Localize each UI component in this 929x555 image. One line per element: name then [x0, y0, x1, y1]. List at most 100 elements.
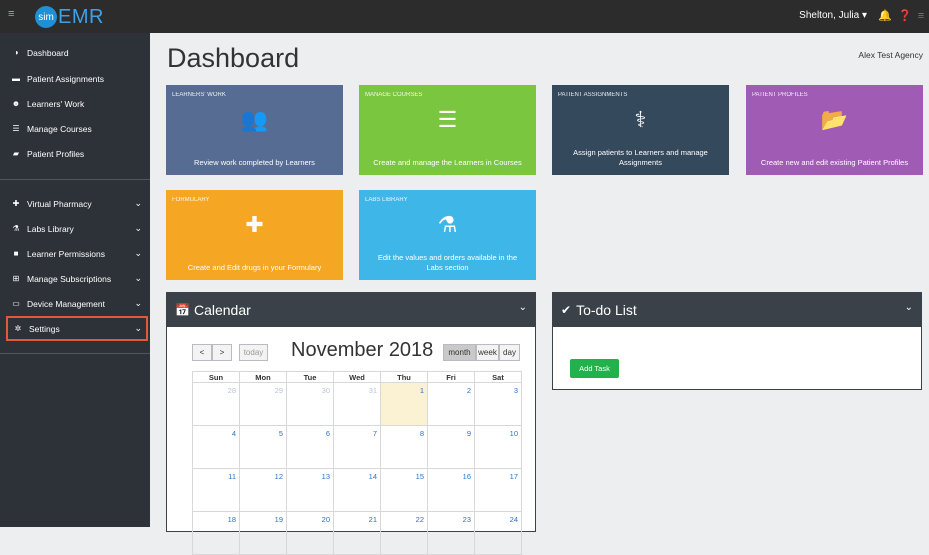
sidebar-item-learners-work[interactable]: ☻ Learners' Work	[0, 91, 150, 116]
tile-description: Create new and edit existing Patient Pro…	[760, 158, 909, 167]
calendar-grid: Sun Mon Tue Wed Thu Fri Sat 28 29 30 31 …	[192, 371, 522, 555]
calendar-day-cell[interactable]: 4	[192, 425, 240, 469]
calendar-day-cell[interactable]: 19	[239, 511, 287, 555]
calendar-day-cell[interactable]: 30	[286, 382, 334, 426]
calendar-day-cell[interactable]: 20	[286, 511, 334, 555]
weekday-header-row: Sun Mon Tue Wed Thu Fri Sat	[192, 371, 522, 383]
user-md-icon: ⚕	[634, 107, 647, 132]
calendar-day-cell[interactable]: 18	[192, 511, 240, 555]
tile-header: MANAGE COURSES	[365, 92, 423, 98]
chevron-down-icon[interactable]: ⌄	[134, 248, 142, 259]
calendar-day-cell[interactable]: 22	[380, 511, 428, 555]
calendar-day-cell[interactable]: 29	[239, 382, 287, 426]
tile-patient-assignments[interactable]: PATIENT ASSIGNMENTS ⚕ Assign patients to…	[552, 85, 729, 175]
today-button[interactable]: today	[239, 344, 268, 361]
sidebar-item-label: Manage Subscriptions	[27, 273, 112, 284]
calendar-day-cell[interactable]: 14	[333, 468, 381, 512]
tile-description: Create and manage the Learners in Course…	[373, 158, 522, 167]
sidebar-item-device-management[interactable]: ▭ Device Management ⌄	[0, 291, 150, 316]
sidebar-item-settings[interactable]: ✲ Settings ⌄	[6, 316, 148, 341]
sidebar-item-patient-profiles[interactable]: ▰ Patient Profiles	[0, 141, 150, 166]
tile-description: Assign patients to Learners and manage A…	[573, 148, 708, 167]
chevron-down-icon[interactable]: ⌄	[905, 302, 913, 313]
weekday-label: Sat	[474, 371, 522, 383]
menu-toggle-icon[interactable]: ≡	[8, 9, 18, 20]
chevron-down-icon[interactable]: ⌄	[134, 298, 142, 309]
calendar-day-cell[interactable]: 9	[427, 425, 475, 469]
sidebar-item-manage-courses[interactable]: ☰ Manage Courses	[0, 116, 150, 141]
next-month-button[interactable]: >	[212, 344, 232, 361]
tile-labs-library[interactable]: LABS LIBRARY ⚗ Edit the values and order…	[359, 190, 536, 280]
top-navbar: ≡ sim EMR Shelton, Julia ▾ 🔔 ❓ ≡	[0, 0, 929, 33]
weekday-label: Thu	[380, 371, 428, 383]
tile-header: LABS LIBRARY	[365, 197, 408, 203]
weekday-label: Sun	[192, 371, 240, 383]
calendar-day-cell[interactable]: 3	[474, 382, 522, 426]
weekday-label: Wed	[333, 371, 381, 383]
calendar-week-row: 18 19 20 21 22 23 24	[192, 511, 522, 555]
tile-patient-profiles[interactable]: PATIENT PROFILES 📂 Create new and edit e…	[746, 85, 923, 175]
calendar-day-cell[interactable]: 12	[239, 468, 287, 512]
prev-month-button[interactable]: <	[192, 344, 212, 361]
calendar-day-cell[interactable]: 28	[192, 382, 240, 426]
sidebar-item-label: Patient Profiles	[27, 148, 85, 159]
bell-icon[interactable]: 🔔	[877, 8, 893, 24]
chevron-down-icon[interactable]: ⌄	[134, 223, 142, 234]
tile-formulary[interactable]: FORMULARY ✚ Create and Edit drugs in you…	[166, 190, 343, 280]
calendar-day-cell[interactable]: 21	[333, 511, 381, 555]
calendar-day-cell[interactable]: 11	[192, 468, 240, 512]
dashboard-icon: ◑	[13, 48, 19, 57]
sidebar-item-dashboard[interactable]: ◑ Dashboard	[0, 40, 150, 65]
tile-header: PATIENT ASSIGNMENTS	[558, 92, 628, 98]
bed-icon: ▬	[12, 74, 20, 83]
sidebar-item-label: Dashboard	[27, 47, 69, 58]
sidebar-item-virtual-pharmacy[interactable]: ✚ Virtual Pharmacy ⌄	[0, 191, 150, 216]
logo-emr-text: EMR	[58, 5, 104, 28]
sidebar-item-labs-library[interactable]: ⚗ Labs Library ⌄	[0, 216, 150, 241]
chevron-down-icon[interactable]: ⌄	[134, 198, 142, 209]
calendar-day-cell-today[interactable]: 1	[380, 382, 428, 426]
calendar-day-cell[interactable]: 10	[474, 425, 522, 469]
sidebar-divider	[0, 179, 150, 180]
sidebar-item-manage-subscriptions[interactable]: ⊞ Manage Subscriptions ⌄	[0, 266, 150, 291]
list-icon: ☰	[437, 107, 458, 132]
calendar-day-cell[interactable]: 2	[427, 382, 475, 426]
user-menu[interactable]: Shelton, Julia ▾	[799, 10, 867, 21]
sidebar-item-label: Settings	[29, 323, 60, 334]
sidebar-item-label: Manage Courses	[27, 123, 92, 134]
calendar-day-cell[interactable]: 6	[286, 425, 334, 469]
group-icon: ☻	[11, 99, 21, 108]
cart-icon: ⊞	[12, 274, 20, 283]
calendar-day-cell[interactable]: 16	[427, 468, 475, 512]
tile-learners-work[interactable]: LEARNERS' WORK 👥 Review work completed b…	[166, 85, 343, 175]
chevron-down-icon[interactable]: ⌄	[134, 323, 142, 334]
chevron-down-icon[interactable]: ⌄	[134, 273, 142, 284]
calendar-month-title: November 2018	[291, 339, 434, 361]
calendar-week-row: 4 5 6 7 8 9 10	[192, 425, 522, 469]
calendar-day-cell[interactable]: 7	[333, 425, 381, 469]
sidebar-item-patient-assignments[interactable]: ▬ Patient Assignments	[0, 66, 150, 91]
sidebar-item-learner-permissions[interactable]: ■ Learner Permissions ⌄	[0, 241, 150, 266]
tile-header: PATIENT PROFILES	[752, 92, 808, 98]
more-icon[interactable]: ≡	[913, 8, 929, 24]
view-day-button[interactable]: day	[499, 344, 520, 361]
view-month-button[interactable]: month	[443, 344, 476, 361]
tile-manage-courses[interactable]: MANAGE COURSES ☰ Create and manage the L…	[359, 85, 536, 175]
app-logo[interactable]: sim EMR	[35, 6, 104, 28]
help-icon[interactable]: ❓	[897, 8, 913, 24]
chevron-down-icon[interactable]: ⌄	[519, 302, 527, 313]
calendar-day-cell[interactable]: 23	[427, 511, 475, 555]
calendar-day-cell[interactable]: 8	[380, 425, 428, 469]
calendar-day-cell[interactable]: 31	[333, 382, 381, 426]
lock-icon: ■	[13, 249, 19, 258]
calendar-day-cell[interactable]: 5	[239, 425, 287, 469]
logo-sim-badge: sim	[35, 6, 57, 28]
tile-header: LEARNERS' WORK	[172, 92, 226, 98]
calendar-day-cell[interactable]: 13	[286, 468, 334, 512]
flask-icon: ⚗	[12, 224, 20, 233]
calendar-day-cell[interactable]: 17	[474, 468, 522, 512]
view-week-button[interactable]: week	[476, 344, 499, 361]
calendar-day-cell[interactable]: 15	[380, 468, 428, 512]
calendar-day-cell[interactable]: 24	[474, 511, 522, 555]
add-task-button[interactable]: Add Task	[570, 359, 619, 378]
